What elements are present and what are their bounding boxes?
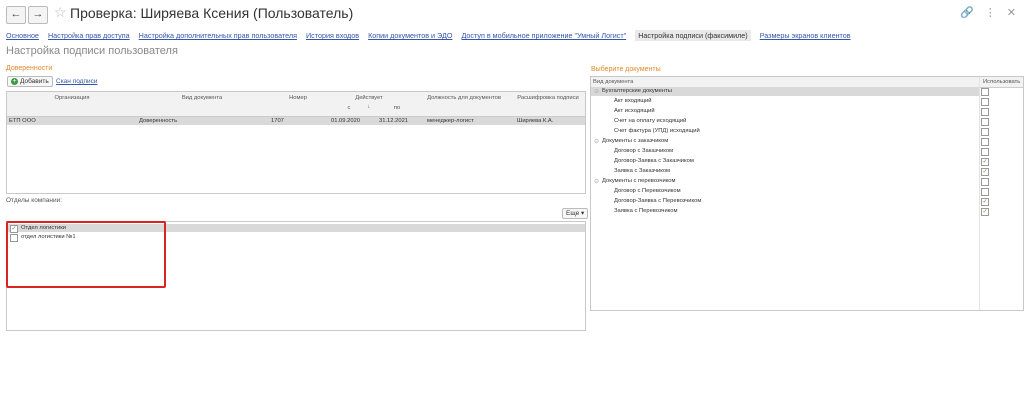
col-signature: Расшифровка подписи [517, 95, 579, 101]
plus-icon: + [11, 77, 18, 85]
document-row[interactable]: Договор с Заказчиком [591, 147, 1022, 156]
star-icon[interactable]: ☆ [54, 4, 67, 21]
tab-1[interactable]: Настройка прав доступа [48, 30, 130, 41]
more-vertical-icon[interactable]: ⋮ [985, 7, 996, 19]
document-row[interactable]: Счет фактура (УПД) исходящий [591, 127, 1022, 136]
document-label: Документы с заказчиком [602, 138, 669, 144]
back-button[interactable]: ← [6, 6, 26, 24]
use-checkbox[interactable]: ✓ [981, 198, 989, 206]
more-button[interactable]: Еще ▾ [562, 208, 589, 219]
col-position: Должность для документов [427, 95, 501, 101]
col-org: Организация [54, 95, 90, 101]
scan-signature-link[interactable]: Скан подписи [56, 78, 98, 85]
link-icon[interactable]: 🔗 [960, 7, 974, 19]
cell-signature: Ширяева К.А. [517, 118, 554, 124]
col-to: по [393, 105, 401, 111]
powers-table: Организация Вид документа Номер Действуе… [6, 91, 586, 194]
use-checkbox[interactable] [981, 178, 989, 186]
document-label: Документы с перевозчиком [602, 178, 676, 184]
document-label: Договор с Перевозчиком [614, 188, 681, 194]
document-group-row[interactable]: ⊖ Бухгалтерские документы [591, 87, 1022, 96]
document-label: Заявка с Перевозчиком [614, 208, 678, 214]
use-checkbox[interactable]: ✓ [981, 208, 989, 216]
document-label: Бухгалтерские документы [602, 88, 672, 94]
col-use: Использовать [983, 79, 1021, 85]
document-label: Акт входящий [614, 98, 652, 104]
document-label: Договор-Заявка с Перевозчиком [614, 198, 702, 204]
use-checkbox[interactable]: ✓ [981, 168, 989, 176]
use-checkbox[interactable]: ✓ [981, 158, 989, 166]
document-label: Счет на оплату исходящий [614, 118, 687, 124]
col-number: Номер [289, 95, 307, 101]
document-row[interactable]: Заявка с Заказчиком ✓ [591, 167, 1022, 176]
sort-down-icon[interactable]: ↓ [359, 104, 379, 110]
document-row[interactable]: Акт исходящий [591, 107, 1022, 116]
forward-button[interactable]: → [28, 6, 48, 24]
arrow-right-icon: → [32, 8, 44, 20]
tab-5[interactable]: Доступ в мобильное приложение "Умный Лог… [461, 30, 626, 41]
highlight-box [6, 221, 166, 288]
add-button[interactable]: + Добавить [7, 76, 53, 87]
document-label: Договор с Заказчиком [614, 148, 674, 154]
cell-to: 31.12.2021 [379, 118, 409, 124]
cell-position: менеджер-логист [427, 118, 474, 124]
col-doc-type: Вид документа [181, 95, 223, 101]
document-label: Акт исходящий [614, 108, 655, 114]
cell-doc-type: Доверенность [139, 118, 178, 124]
window-title: Проверка: Ширяева Ксения (Пользователь) [70, 5, 354, 21]
table-row[interactable] [7, 117, 585, 125]
collapse-icon[interactable]: ⊖ [594, 138, 599, 145]
document-row[interactable]: Договор-Заявка с Перевозчиком ✓ [591, 197, 1022, 206]
tab-3[interactable]: История входов [306, 30, 359, 41]
documents-section-label: Выберите документы [591, 66, 661, 73]
use-checkbox[interactable] [981, 138, 989, 146]
departments-label: Отделы компании: [6, 197, 63, 204]
use-checkbox[interactable] [981, 188, 989, 196]
cell-number: 1707 [271, 118, 284, 124]
use-checkbox[interactable] [981, 148, 989, 156]
cell-org: ЕТП ООО [9, 118, 36, 124]
use-checkbox[interactable] [981, 98, 989, 106]
document-group-row[interactable]: ⊖ Документы с перевозчиком [591, 177, 1022, 186]
col-valid: Действует [355, 95, 383, 101]
document-row[interactable]: Договор с Перевозчиком [591, 187, 1022, 196]
collapse-icon[interactable]: ⊖ [594, 88, 599, 95]
document-row[interactable]: Заявка с Перевозчиком ✓ [591, 207, 1022, 216]
document-group-row[interactable]: ⊖ Документы с заказчиком [591, 137, 1022, 146]
document-row[interactable]: Договор-Заявка с Заказчиком ✓ [591, 157, 1022, 166]
cell-from: 01.09.2020 [331, 118, 361, 124]
tab-bar: Основное Настройка прав доступа Настройка … [6, 30, 860, 41]
collapse-icon[interactable]: ⊖ [594, 178, 599, 185]
page-title: Настройка подписи пользователя [6, 45, 178, 57]
use-checkbox[interactable] [981, 128, 989, 136]
document-row[interactable]: Акт входящий [591, 97, 1022, 106]
tab-4[interactable]: Копии документов и ЭДО [368, 30, 452, 41]
document-label: Заявка с Заказчиком [614, 168, 671, 174]
close-icon[interactable]: ✕ [1007, 7, 1016, 19]
tab-0[interactable]: Основное [6, 30, 39, 41]
use-checkbox[interactable] [981, 108, 989, 116]
col-doc-type: Вид документа [593, 79, 634, 85]
arrow-left-icon: ← [10, 8, 22, 20]
document-row[interactable]: Счет на оплату исходящий [591, 117, 1022, 126]
use-checkbox[interactable] [981, 88, 989, 96]
tab-2[interactable]: Настройка дополнительных прав пользовате… [139, 30, 297, 41]
document-label: Договор-Заявка с Заказчиком [614, 158, 694, 164]
tab-6[interactable]: Настройка подписи (факсимиле) [635, 30, 751, 41]
document-label: Счет фактура (УПД) исходящий [614, 128, 700, 134]
powers-section-label: Доверенности [6, 65, 53, 72]
tab-7[interactable]: Размеры экранов клиентов [760, 30, 851, 41]
use-checkbox[interactable] [981, 118, 989, 126]
